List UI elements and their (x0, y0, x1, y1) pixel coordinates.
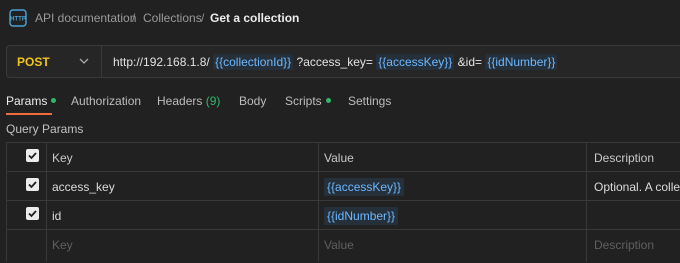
method-label: POST (17, 55, 50, 69)
tab-params-label: Params (6, 94, 48, 108)
table-row-empty: Key Value Description (6, 230, 680, 258)
param-value-cell[interactable]: {{accessKey}} (324, 178, 405, 196)
page-title: Get a collection (210, 11, 300, 25)
url-query-id: &id= (457, 55, 483, 69)
tab-headers[interactable]: Headers (9) (157, 94, 220, 108)
breadcrumb: HTTP API documentation / Collections / G… (0, 0, 680, 36)
new-key-input[interactable]: Key (52, 238, 73, 252)
tab-settings[interactable]: Settings (348, 94, 391, 108)
request-tabs: Params Authorization Headers (9) Body Sc… (0, 86, 680, 114)
table-row: access_key {{accessKey}} Optional. A col… (6, 172, 680, 201)
query-params-table: Key Value Description access_key {{acces… (6, 142, 680, 263)
checkbox-checked-icon (28, 210, 37, 218)
column-divider (586, 142, 587, 262)
breadcrumb-root[interactable]: API documentation (35, 11, 136, 25)
tab-scripts-label: Scripts (285, 94, 322, 108)
row-checkbox[interactable] (26, 178, 39, 191)
checkbox-checked-icon (28, 181, 37, 189)
breadcrumb-separator: / (132, 11, 136, 25)
tab-authorization[interactable]: Authorization (71, 94, 141, 108)
variable-chip[interactable]: {{idNumber}} (324, 207, 399, 225)
checkbox-checked-icon (28, 152, 37, 160)
active-tab-indicator (6, 113, 52, 115)
column-header-value: Value (324, 151, 354, 165)
request-url-bar: POST http://192.168.1.8/ {{collectionId}… (6, 45, 680, 78)
variable-chip[interactable]: {{accessKey}} (324, 178, 405, 196)
url-variable-access-key[interactable]: {{accessKey}} (376, 54, 455, 70)
url-query-access-key: ?access_key= (296, 55, 373, 69)
tab-scripts[interactable]: Scripts (285, 94, 331, 108)
column-divider (46, 142, 47, 262)
column-divider (318, 142, 319, 262)
column-header-key: Key (52, 151, 73, 165)
table-row: id {{idNumber}} (6, 201, 680, 230)
headers-count: (9) (205, 94, 221, 108)
chevron-down-icon (79, 58, 89, 64)
url-base: http://192.168.1.8/ (113, 55, 210, 69)
status-dot-icon (325, 98, 331, 104)
breadcrumb-collections[interactable]: Collections (143, 11, 202, 25)
new-description-input[interactable]: Description (594, 238, 654, 252)
table-header-row: Key Value Description (6, 143, 680, 172)
method-select[interactable]: POST (7, 46, 102, 77)
select-all-checkbox[interactable] (26, 149, 39, 162)
tab-headers-label: Headers (157, 94, 203, 108)
param-description-cell[interactable]: Optional. A collec (594, 180, 680, 194)
column-header-description: Description (594, 151, 655, 165)
tab-body[interactable]: Body (239, 94, 266, 108)
row-checkbox[interactable] (26, 207, 39, 220)
http-icon: HTTP (9, 9, 27, 27)
status-dot-icon (51, 98, 57, 104)
param-value-cell[interactable]: {{idNumber}} (324, 207, 399, 225)
tab-params[interactable]: Params (6, 94, 57, 108)
query-params-title: Query Params (6, 122, 84, 136)
param-key-cell[interactable]: id (52, 209, 61, 223)
new-value-input[interactable]: Value (324, 238, 354, 252)
svg-text:HTTP: HTTP (10, 17, 26, 23)
column-divider (6, 142, 7, 262)
url-variable-collection-id[interactable]: {{collectionId}} (213, 54, 294, 70)
url-input[interactable]: http://192.168.1.8/ {{collectionId}} ?ac… (113, 54, 558, 70)
url-variable-id-number[interactable]: {{idNumber}} (485, 54, 558, 70)
param-key-cell[interactable]: access_key (52, 180, 115, 194)
breadcrumb-separator: / (201, 11, 205, 25)
